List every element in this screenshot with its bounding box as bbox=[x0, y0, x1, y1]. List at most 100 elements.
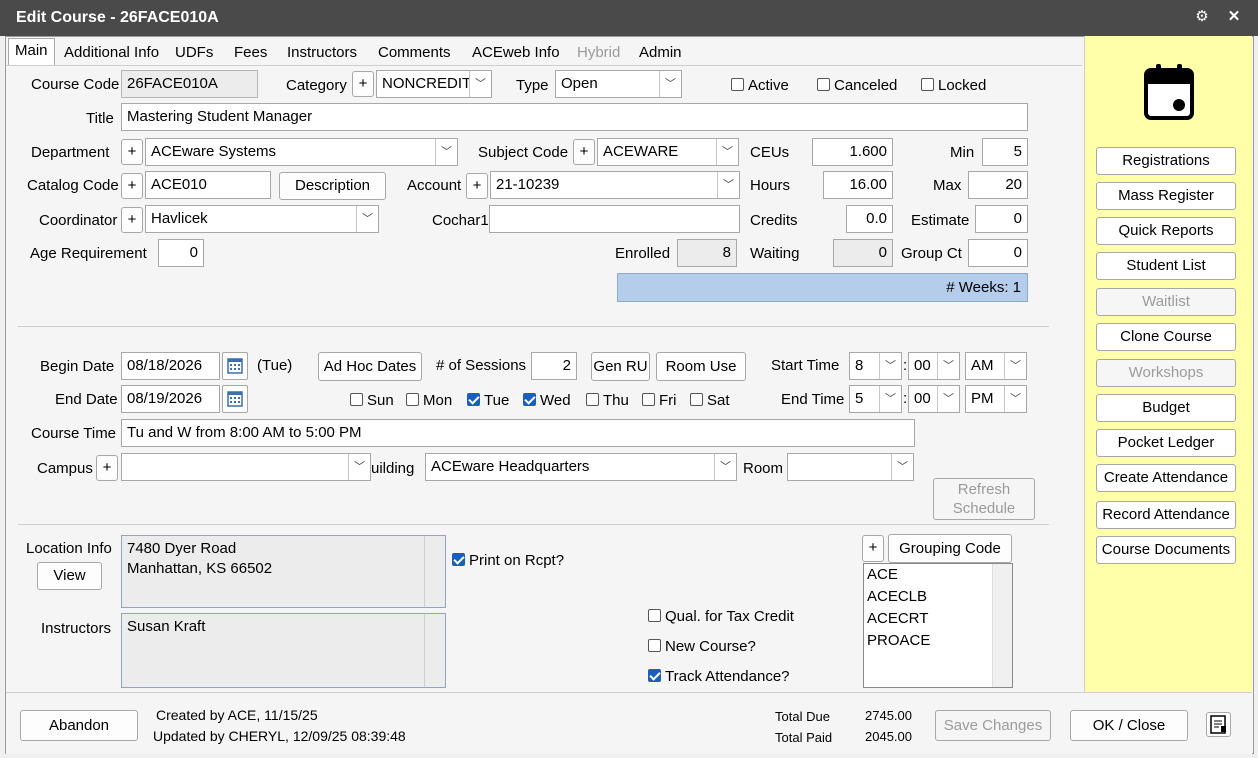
catalog-code-add-button[interactable]: + bbox=[121, 173, 143, 199]
active-checkbox[interactable]: Active bbox=[731, 77, 789, 94]
mon-checkbox[interactable]: Mon bbox=[406, 392, 452, 409]
calendar-icon[interactable] bbox=[222, 352, 248, 380]
report-icon[interactable] bbox=[1206, 712, 1231, 737]
max-input[interactable]: 20 bbox=[968, 171, 1028, 199]
type-select[interactable]: Open ﹀ bbox=[555, 70, 682, 98]
age-requirement-input[interactable]: 0 bbox=[158, 239, 204, 267]
list-item[interactable]: ACECLB bbox=[864, 586, 1012, 608]
campus-select[interactable]: ﹀ bbox=[121, 453, 371, 481]
budget-button[interactable]: Budget bbox=[1096, 394, 1236, 422]
grouping-code-add-button[interactable]: + bbox=[862, 535, 884, 562]
student-list-button[interactable]: Student List bbox=[1096, 252, 1236, 280]
tab-main[interactable]: Main bbox=[8, 38, 55, 65]
campus-add-button[interactable]: + bbox=[96, 455, 118, 481]
end-date-input[interactable]: 08/19/2026 bbox=[121, 385, 220, 413]
registrations-button[interactable]: Registrations bbox=[1096, 147, 1236, 175]
grouping-code-button[interactable]: Grouping Code bbox=[888, 534, 1012, 563]
subject-code-select[interactable]: ACEWARE ﹀ bbox=[597, 138, 739, 166]
pocket-ledger-button[interactable]: Pocket Ledger bbox=[1096, 429, 1236, 457]
grouping-code-list[interactable]: ACE ACECLB ACECRT PROACE bbox=[863, 563, 1013, 688]
end-hour-select[interactable]: 5 ﹀ bbox=[849, 385, 902, 413]
canceled-checkbox[interactable]: Canceled bbox=[817, 77, 897, 94]
sessions-input[interactable]: 2 bbox=[531, 352, 577, 380]
location-line1: 7480 Dyer Road bbox=[127, 540, 237, 557]
chevron-down-icon: ﹀ bbox=[714, 454, 736, 480]
clone-course-button[interactable]: Clone Course bbox=[1096, 323, 1236, 351]
list-item[interactable]: ACECRT bbox=[864, 608, 1012, 630]
view-button[interactable]: View bbox=[37, 562, 102, 590]
qual-tax-credit-checkbox[interactable]: Qual. for Tax Credit bbox=[648, 608, 794, 625]
locked-checkbox[interactable]: Locked bbox=[921, 77, 986, 94]
begin-date-input[interactable]: 08/18/2026 bbox=[121, 352, 220, 380]
new-course-checkbox[interactable]: New Course? bbox=[648, 638, 756, 655]
min-input[interactable]: 5 bbox=[982, 138, 1028, 166]
start-minute-select[interactable]: 00 ﹀ bbox=[908, 352, 960, 380]
ceus-input[interactable]: 1.600 bbox=[812, 138, 893, 166]
category-select[interactable]: NONCREDIT ﹀ bbox=[376, 70, 492, 98]
credits-input[interactable]: 0.0 bbox=[846, 205, 893, 233]
category-add-button[interactable]: + bbox=[352, 71, 374, 97]
mass-register-button[interactable]: Mass Register bbox=[1096, 182, 1236, 210]
hours-input[interactable]: 16.00 bbox=[823, 171, 893, 199]
sun-checkbox[interactable]: Sun bbox=[350, 392, 394, 409]
ok-close-button[interactable]: OK / Close bbox=[1070, 710, 1188, 741]
room-select[interactable]: ﹀ bbox=[787, 453, 914, 481]
abandon-button[interactable]: Abandon bbox=[20, 710, 138, 741]
end-minute-select[interactable]: 00 ﹀ bbox=[908, 385, 960, 413]
tab-udfs[interactable]: UDFs bbox=[169, 41, 219, 66]
list-item[interactable]: PROACE bbox=[864, 630, 1012, 652]
course-documents-button[interactable]: Course Documents bbox=[1096, 536, 1236, 564]
tab-fees[interactable]: Fees bbox=[228, 41, 273, 66]
start-hour-select[interactable]: 8 ﹀ bbox=[849, 352, 902, 380]
start-ampm-select[interactable]: AM ﹀ bbox=[965, 352, 1027, 380]
record-attendance-button[interactable]: Record Attendance bbox=[1096, 501, 1236, 529]
tab-additional-info[interactable]: Additional Info bbox=[58, 41, 165, 66]
coordinator-add-button[interactable]: + bbox=[121, 207, 143, 233]
settings-gear-icon[interactable]: ⚙ bbox=[1192, 7, 1212, 27]
tab-admin[interactable]: Admin bbox=[633, 41, 688, 66]
thu-checkbox[interactable]: Thu bbox=[586, 392, 629, 409]
coordinator-select[interactable]: Havlicek ﹀ bbox=[145, 205, 379, 233]
title-input[interactable]: Mastering Student Manager bbox=[121, 103, 1028, 131]
room-use-button[interactable]: Room Use bbox=[656, 352, 746, 381]
scrollbar[interactable] bbox=[992, 564, 1012, 687]
building-select[interactable]: ACEware Headquarters ﹀ bbox=[425, 453, 737, 481]
refresh-schedule-line2: Schedule bbox=[952, 500, 1016, 517]
department-select[interactable]: ACEware Systems ﹀ bbox=[145, 138, 458, 166]
tue-checkbox[interactable]: Tue bbox=[467, 392, 509, 409]
quick-reports-button[interactable]: Quick Reports bbox=[1096, 217, 1236, 245]
course-time-input[interactable]: Tu and W from 8:00 AM to 5:00 PM bbox=[121, 419, 915, 447]
account-add-button[interactable]: + bbox=[466, 173, 488, 199]
hours-label: Hours bbox=[750, 177, 791, 194]
track-attendance-checkbox[interactable]: Track Attendance? bbox=[648, 668, 790, 685]
gen-ru-button[interactable]: Gen RU bbox=[591, 352, 650, 381]
catalog-code-input[interactable]: ACE010 bbox=[145, 171, 271, 199]
print-on-rcpt-checkbox[interactable]: Print on Rcpt? bbox=[452, 552, 564, 569]
list-item[interactable]: ACE bbox=[864, 564, 1012, 586]
subject-code-add-button[interactable]: + bbox=[573, 139, 595, 165]
calendar-icon[interactable] bbox=[222, 385, 248, 413]
calendar-icon bbox=[1143, 62, 1195, 126]
sat-checkbox[interactable]: Sat bbox=[690, 392, 730, 409]
time-separator: : bbox=[903, 390, 908, 407]
cochar1-input[interactable] bbox=[489, 205, 740, 233]
coordinator-label: Coordinator bbox=[39, 212, 118, 229]
description-button[interactable]: Description bbox=[279, 172, 386, 200]
ad-hoc-dates-button[interactable]: Ad Hoc Dates bbox=[318, 352, 422, 381]
coordinator-value: Havlicek bbox=[151, 210, 208, 227]
waiting-field: 0 bbox=[833, 239, 893, 267]
wed-checkbox[interactable]: Wed bbox=[523, 392, 571, 409]
account-select[interactable]: 21-10239 ﹀ bbox=[490, 171, 740, 199]
checkbox-box bbox=[642, 393, 655, 406]
fri-checkbox[interactable]: Fri bbox=[642, 392, 677, 409]
tab-comments[interactable]: Comments bbox=[372, 41, 457, 66]
group-ct-input[interactable]: 0 bbox=[968, 239, 1028, 267]
close-icon[interactable]: ✕ bbox=[1224, 7, 1244, 27]
department-add-button[interactable]: + bbox=[121, 139, 143, 165]
create-attendance-button[interactable]: Create Attendance bbox=[1096, 464, 1236, 492]
chevron-down-icon: ﹀ bbox=[348, 454, 370, 480]
end-ampm-select[interactable]: PM ﹀ bbox=[965, 385, 1027, 413]
estimate-input[interactable]: 0 bbox=[975, 205, 1028, 233]
tab-instructors[interactable]: Instructors bbox=[281, 41, 363, 66]
tab-aceweb-info[interactable]: ACEweb Info bbox=[466, 41, 566, 66]
